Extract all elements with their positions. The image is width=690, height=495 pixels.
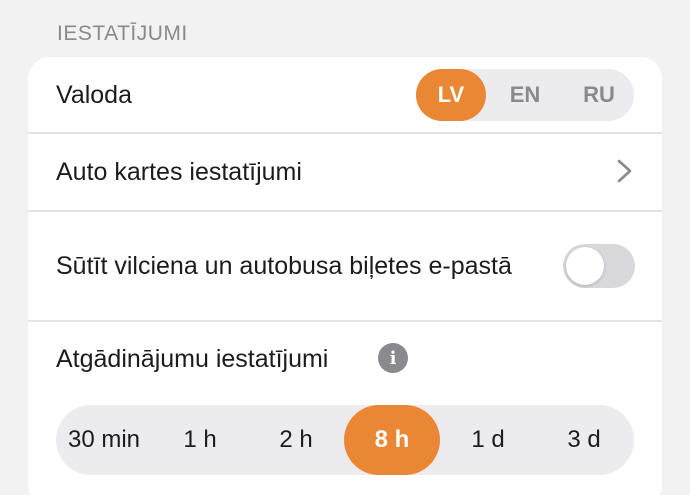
email-tickets-toggle[interactable] xyxy=(563,244,635,288)
reminder-settings-label: Atgādinājumu iestatījumi xyxy=(56,345,329,373)
language-option-lv[interactable]: LV xyxy=(416,69,486,121)
email-tickets-label: Sūtīt vilciena un autobusa biļetes e-pas… xyxy=(56,252,512,280)
settings-card: Valoda LV EN RU Auto kartes iestatījumi … xyxy=(28,57,662,495)
reminder-option-1h[interactable]: 1 h xyxy=(152,405,248,475)
language-label: Valoda xyxy=(56,81,132,109)
info-icon[interactable]: i xyxy=(378,343,408,373)
reminder-option-8h[interactable]: 8 h xyxy=(344,405,440,475)
reminder-time-selector: 30 min 1 h 2 h 8 h 1 d 3 d xyxy=(56,405,634,475)
section-header: IESTATĪJUMI xyxy=(57,22,188,45)
chevron-right-icon xyxy=(617,159,632,183)
reminder-option-2h[interactable]: 2 h xyxy=(248,405,344,475)
language-option-en[interactable]: EN xyxy=(490,69,560,121)
reminder-option-1d[interactable]: 1 d xyxy=(440,405,536,475)
car-card-settings-row[interactable]: Auto kartes iestatījumi xyxy=(28,134,662,210)
car-card-settings-label: Auto kartes iestatījumi xyxy=(56,158,302,186)
reminder-option-30min[interactable]: 30 min xyxy=(56,405,152,475)
language-option-ru[interactable]: RU xyxy=(564,69,634,121)
language-selector: LV EN RU xyxy=(416,69,634,121)
reminder-option-3d[interactable]: 3 d xyxy=(536,405,632,475)
reminder-settings-row: Atgādinājumu iestatījumi xyxy=(28,322,662,396)
toggle-knob xyxy=(566,247,604,285)
